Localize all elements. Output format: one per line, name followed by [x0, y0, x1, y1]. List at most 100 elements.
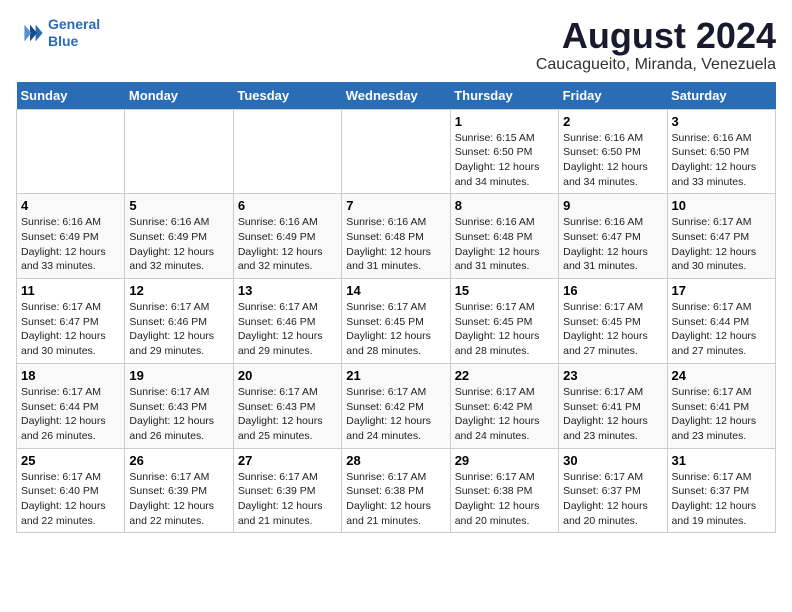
- day-number: 25: [21, 453, 120, 468]
- day-info: Sunrise: 6:17 AM Sunset: 6:43 PM Dayligh…: [129, 385, 228, 444]
- calendar-cell: 10 Sunrise: 6:17 AM Sunset: 6:47 PM Dayli…: [667, 194, 775, 279]
- calendar-cell: 13Sunrise: 6:17 AM Sunset: 6:46 PM Dayli…: [233, 279, 341, 364]
- day-info: Sunrise: 6:17 AM Sunset: 6:44 PM Dayligh…: [21, 385, 120, 444]
- day-number: 29: [455, 453, 554, 468]
- calendar-cell: 30Sunrise: 6:17 AM Sunset: 6:37 PM Dayli…: [559, 448, 667, 533]
- day-info: Sunrise: 6:17 AM Sunset: 6:43 PM Dayligh…: [238, 385, 337, 444]
- day-info: Sunrise: 6:17 AM Sunset: 6:37 PM Dayligh…: [672, 470, 771, 529]
- calendar-cell: 9 Sunrise: 6:16 AM Sunset: 6:47 PM Daylig…: [559, 194, 667, 279]
- day-info: Sunrise: 6:16 AM Sunset: 6:47 PM Dayligh…: [563, 215, 662, 274]
- day-number: 10: [672, 198, 771, 213]
- day-info: Sunrise: 6:17 AM Sunset: 6:44 PM Dayligh…: [672, 300, 771, 359]
- calendar-cell: 29 Sunrise: 6:17 AM Sunset: 6:38 PM Dayli…: [450, 448, 558, 533]
- header-day-monday: Monday: [125, 82, 233, 110]
- day-number: 26: [129, 453, 228, 468]
- calendar-cell: 4 Sunrise: 6:16 AM Sunset: 6:49 PM Daylig…: [17, 194, 125, 279]
- calendar-week-3: 11 Sunrise: 6:17 AM Sunset: 6:47 PM Dayli…: [17, 279, 776, 364]
- day-info: Sunrise: 6:17 AM Sunset: 6:45 PM Dayligh…: [563, 300, 662, 359]
- day-info: Sunrise: 6:17 AM Sunset: 6:39 PM Dayligh…: [238, 470, 337, 529]
- day-info: Sunrise: 6:16 AM Sunset: 6:49 PM Dayligh…: [238, 215, 337, 274]
- day-number: 18: [21, 368, 120, 383]
- day-info: Sunrise: 6:17 AM Sunset: 6:38 PM Dayligh…: [346, 470, 445, 529]
- day-number: 19: [129, 368, 228, 383]
- day-number: 6: [238, 198, 337, 213]
- day-info: Sunrise: 6:16 AM Sunset: 6:49 PM Dayligh…: [21, 215, 120, 274]
- header-day-tuesday: Tuesday: [233, 82, 341, 110]
- calendar-cell: 27 Sunrise: 6:17 AM Sunset: 6:39 PM Dayli…: [233, 448, 341, 533]
- calendar-cell: 15Sunrise: 6:17 AM Sunset: 6:45 PM Dayli…: [450, 279, 558, 364]
- calendar-cell: 2Sunrise: 6:16 AM Sunset: 6:50 PM Daylig…: [559, 109, 667, 194]
- calendar-cell: 8 Sunrise: 6:16 AM Sunset: 6:48 PM Daylig…: [450, 194, 558, 279]
- day-number: 22: [455, 368, 554, 383]
- title-section: August 2024 Caucagueito, Miranda, Venezu…: [536, 16, 776, 74]
- calendar-cell: 3 Sunrise: 6:16 AM Sunset: 6:50 PM Daylig…: [667, 109, 775, 194]
- calendar-cell: 18 Sunrise: 6:17 AM Sunset: 6:44 PM Dayli…: [17, 363, 125, 448]
- calendar-cell: 24 Sunrise: 6:17 AM Sunset: 6:41 PM Dayli…: [667, 363, 775, 448]
- calendar-cell: 7Sunrise: 6:16 AM Sunset: 6:48 PM Daylig…: [342, 194, 450, 279]
- calendar-week-2: 4 Sunrise: 6:16 AM Sunset: 6:49 PM Daylig…: [17, 194, 776, 279]
- day-info: Sunrise: 6:17 AM Sunset: 6:39 PM Dayligh…: [129, 470, 228, 529]
- day-number: 8: [455, 198, 554, 213]
- day-number: 21: [346, 368, 445, 383]
- calendar-cell: 19 Sunrise: 6:17 AM Sunset: 6:43 PM Dayli…: [125, 363, 233, 448]
- logo-line1: General: [48, 16, 100, 32]
- calendar-cell: 5 Sunrise: 6:16 AM Sunset: 6:49 PM Daylig…: [125, 194, 233, 279]
- day-number: 3: [672, 114, 771, 129]
- header-day-sunday: Sunday: [17, 82, 125, 110]
- logo-icon: [16, 19, 44, 47]
- header-day-friday: Friday: [559, 82, 667, 110]
- calendar-cell: 25Sunrise: 6:17 AM Sunset: 6:40 PM Dayli…: [17, 448, 125, 533]
- header-day-wednesday: Wednesday: [342, 82, 450, 110]
- day-number: 5: [129, 198, 228, 213]
- subtitle: Caucagueito, Miranda, Venezuela: [536, 56, 776, 74]
- calendar-cell: [342, 109, 450, 194]
- day-number: 28: [346, 453, 445, 468]
- day-number: 17: [672, 283, 771, 298]
- day-number: 23: [563, 368, 662, 383]
- calendar-cell: [125, 109, 233, 194]
- day-info: Sunrise: 6:16 AM Sunset: 6:48 PM Dayligh…: [455, 215, 554, 274]
- day-number: 30: [563, 453, 662, 468]
- calendar-cell: 6 Sunrise: 6:16 AM Sunset: 6:49 PM Daylig…: [233, 194, 341, 279]
- calendar-cell: 12Sunrise: 6:17 AM Sunset: 6:46 PM Dayli…: [125, 279, 233, 364]
- day-info: Sunrise: 6:17 AM Sunset: 6:38 PM Dayligh…: [455, 470, 554, 529]
- day-number: 16: [563, 283, 662, 298]
- calendar-cell: 22Sunrise: 6:17 AM Sunset: 6:42 PM Dayli…: [450, 363, 558, 448]
- calendar-cell: 28 Sunrise: 6:17 AM Sunset: 6:38 PM Dayli…: [342, 448, 450, 533]
- day-info: Sunrise: 6:17 AM Sunset: 6:46 PM Dayligh…: [129, 300, 228, 359]
- day-info: Sunrise: 6:16 AM Sunset: 6:50 PM Dayligh…: [672, 131, 771, 190]
- calendar-cell: 23 Sunrise: 6:17 AM Sunset: 6:41 PM Dayli…: [559, 363, 667, 448]
- logo: General Blue: [16, 16, 100, 50]
- day-info: Sunrise: 6:17 AM Sunset: 6:47 PM Dayligh…: [21, 300, 120, 359]
- day-info: Sunrise: 6:16 AM Sunset: 6:49 PM Dayligh…: [129, 215, 228, 274]
- calendar-table: SundayMondayTuesdayWednesdayThursdayFrid…: [16, 82, 776, 534]
- day-number: 11: [21, 283, 120, 298]
- day-number: 13: [238, 283, 337, 298]
- day-number: 24: [672, 368, 771, 383]
- calendar-cell: 16 Sunrise: 6:17 AM Sunset: 6:45 PM Dayli…: [559, 279, 667, 364]
- calendar-cell: 31 Sunrise: 6:17 AM Sunset: 6:37 PM Dayli…: [667, 448, 775, 533]
- calendar-cell: 1 Sunrise: 6:15 AM Sunset: 6:50 PM Daylig…: [450, 109, 558, 194]
- day-number: 31: [672, 453, 771, 468]
- logo-text: General Blue: [48, 16, 100, 50]
- day-info: Sunrise: 6:17 AM Sunset: 6:41 PM Dayligh…: [672, 385, 771, 444]
- day-info: Sunrise: 6:17 AM Sunset: 6:47 PM Dayligh…: [672, 215, 771, 274]
- logo-line2: Blue: [48, 33, 78, 49]
- calendar-cell: 17 Sunrise: 6:17 AM Sunset: 6:44 PM Dayli…: [667, 279, 775, 364]
- day-info: Sunrise: 6:17 AM Sunset: 6:41 PM Dayligh…: [563, 385, 662, 444]
- main-title: August 2024: [536, 16, 776, 56]
- day-info: Sunrise: 6:15 AM Sunset: 6:50 PM Dayligh…: [455, 131, 554, 190]
- calendar-cell: 26 Sunrise: 6:17 AM Sunset: 6:39 PM Dayli…: [125, 448, 233, 533]
- day-number: 2: [563, 114, 662, 129]
- day-number: 9: [563, 198, 662, 213]
- calendar-cell: 11 Sunrise: 6:17 AM Sunset: 6:47 PM Dayli…: [17, 279, 125, 364]
- day-number: 1: [455, 114, 554, 129]
- calendar-week-4: 18 Sunrise: 6:17 AM Sunset: 6:44 PM Dayli…: [17, 363, 776, 448]
- day-info: Sunrise: 6:17 AM Sunset: 6:45 PM Dayligh…: [455, 300, 554, 359]
- day-number: 4: [21, 198, 120, 213]
- calendar-week-1: 1 Sunrise: 6:15 AM Sunset: 6:50 PM Daylig…: [17, 109, 776, 194]
- calendar-cell: [17, 109, 125, 194]
- calendar-cell: 14Sunrise: 6:17 AM Sunset: 6:45 PM Dayli…: [342, 279, 450, 364]
- header-day-saturday: Saturday: [667, 82, 775, 110]
- day-number: 27: [238, 453, 337, 468]
